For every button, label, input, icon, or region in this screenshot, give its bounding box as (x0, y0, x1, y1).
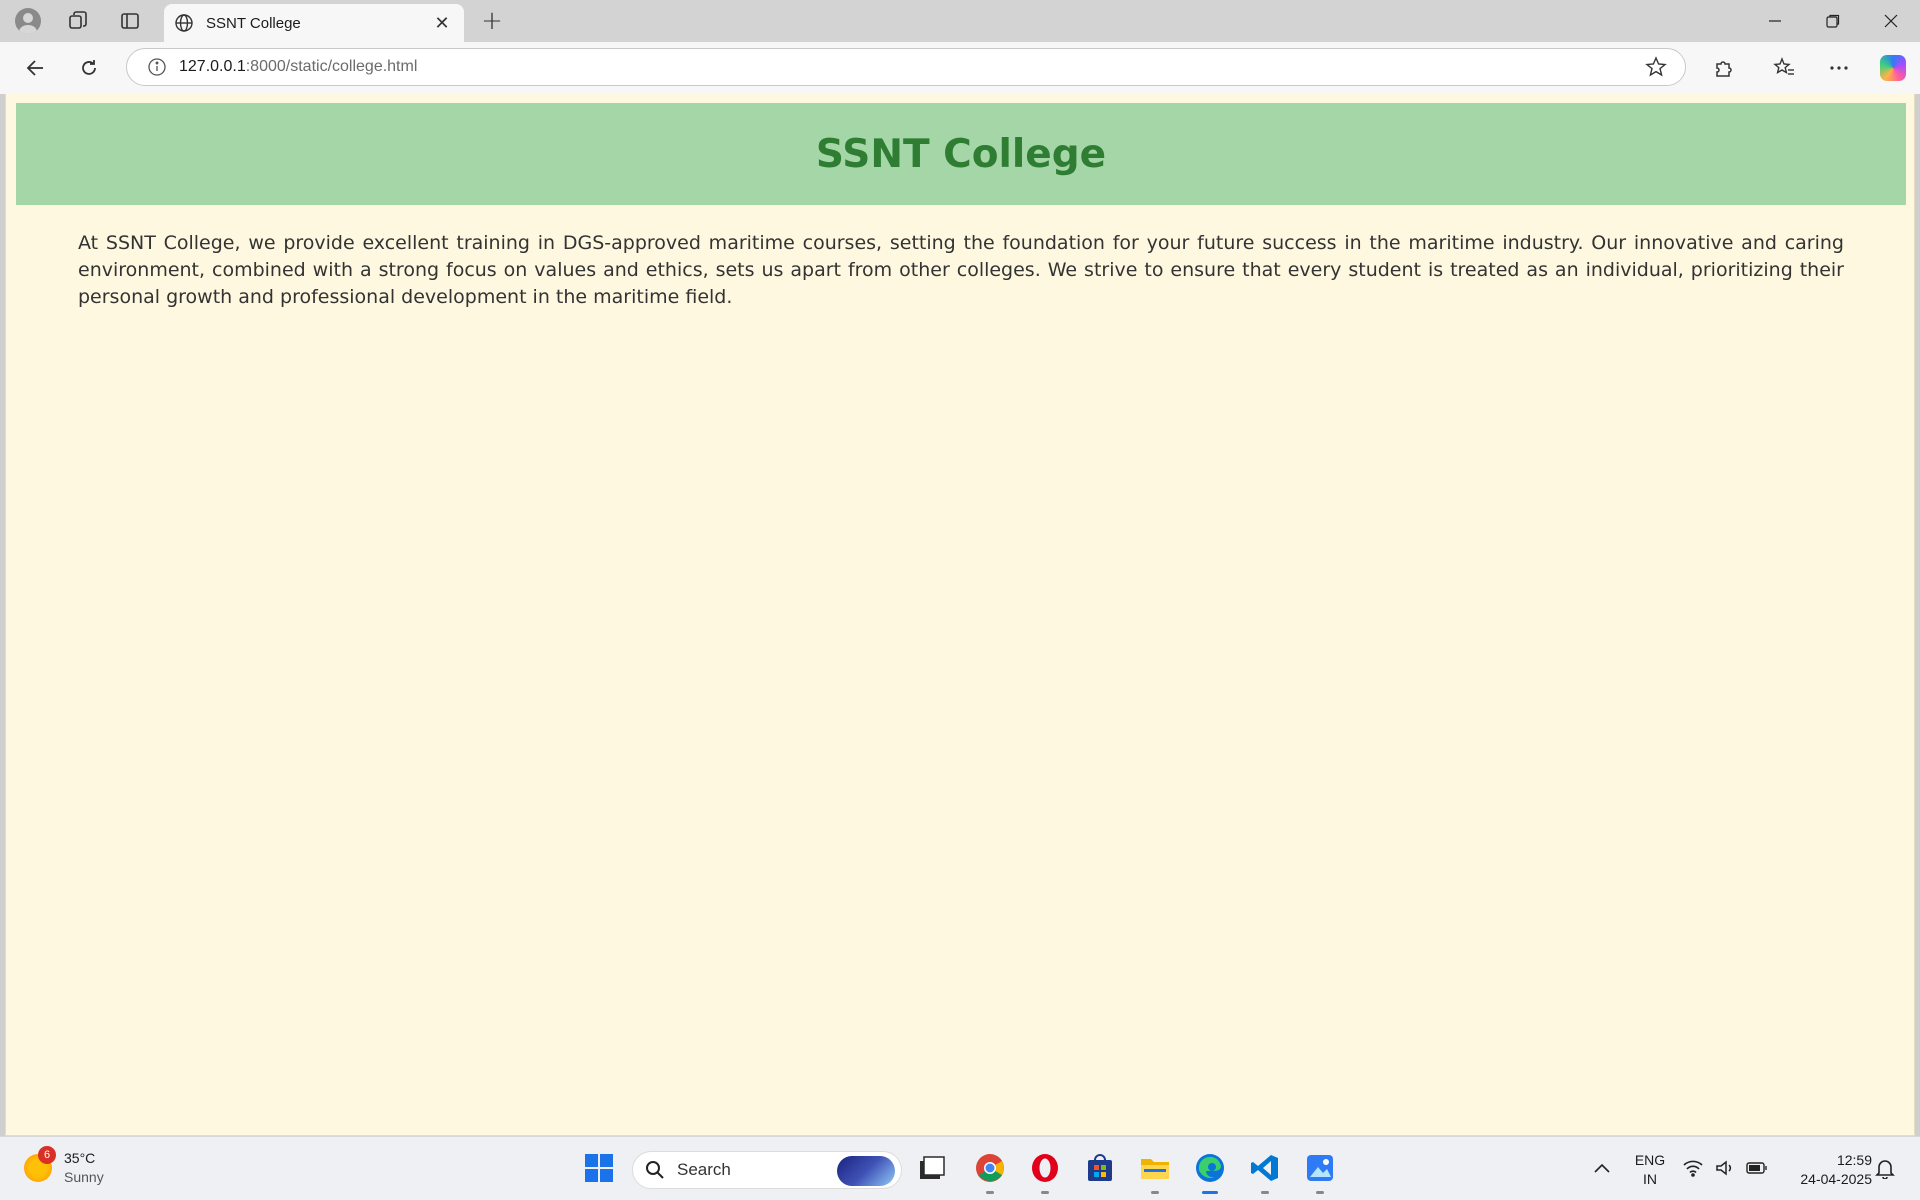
windows-start-icon (585, 1154, 613, 1182)
active-tab[interactable]: SSNT College ✕ (164, 4, 464, 42)
url-host: 127.0.0.1 (179, 58, 246, 75)
copilot-icon (1880, 55, 1906, 81)
notification-badge: 6 (38, 1146, 56, 1164)
volume-button[interactable] (1712, 1151, 1738, 1185)
more-dots-icon (1830, 66, 1848, 70)
battery-button[interactable] (1744, 1151, 1770, 1185)
favorite-star-icon[interactable] (1645, 56, 1667, 78)
edge-icon (1196, 1154, 1224, 1182)
page-viewport: SSNT College At SSNT College, we provide… (5, 94, 1915, 1136)
weather-condition: Sunny (64, 1169, 104, 1185)
photos-icon (1307, 1155, 1333, 1181)
show-hidden-icons-button[interactable] (1585, 1151, 1619, 1185)
search-highlight-image (837, 1156, 895, 1186)
address-bar[interactable]: 127.0.0.1:8000/static/college.html (126, 48, 1686, 86)
folder-icon (1141, 1159, 1169, 1179)
taskbar-app-opera[interactable] (1028, 1151, 1062, 1194)
college-description: At SSNT College, we provide excellent tr… (78, 232, 1844, 308)
clock-time: 12:59 (1836, 1152, 1872, 1168)
tab-actions-icon (121, 13, 139, 29)
taskbar-app-vscode[interactable] (1248, 1151, 1282, 1194)
notifications-button[interactable] (1870, 1151, 1900, 1185)
taskbar-app-files[interactable] (915, 1151, 949, 1185)
running-indicator (986, 1191, 994, 1194)
weather-widget[interactable]: 6 35°C Sunny (24, 1146, 104, 1187)
extensions-button[interactable] (1707, 52, 1741, 84)
running-indicator (1261, 1191, 1269, 1194)
favorites-button[interactable] (1767, 52, 1801, 84)
vertical-tabs-button[interactable] (104, 0, 156, 42)
workspaces-button[interactable] (52, 0, 104, 42)
search-placeholder: Search (677, 1160, 731, 1179)
copilot-button[interactable] (1876, 52, 1910, 84)
refresh-icon (82, 60, 96, 75)
network-button[interactable] (1680, 1151, 1706, 1185)
speaker-icon (1716, 1160, 1732, 1176)
taskbar-app-chrome[interactable] (973, 1151, 1007, 1194)
browser-tab-bar: SSNT College ✕ + (0, 0, 1920, 42)
start-button[interactable] (582, 1151, 616, 1185)
minimize-button[interactable] (1746, 0, 1804, 42)
taskbar: 6 35°C Sunny Search ENG IN 12:59 24-04-2… (0, 1136, 1920, 1200)
file-manager-icon (920, 1156, 945, 1179)
bell-icon (1875, 1160, 1895, 1179)
vscode-icon (1251, 1155, 1278, 1181)
workspaces-icon (69, 11, 87, 29)
page-title: SSNT College (815, 131, 1107, 177)
language-code: ENG (1634, 1152, 1666, 1168)
sun-icon: 6 (24, 1146, 56, 1182)
favorites-icon (1773, 57, 1794, 75)
weather-temp: 35°C (64, 1150, 96, 1166)
language-indicator[interactable]: ENG IN (1630, 1151, 1670, 1189)
chrome-icon (976, 1154, 1004, 1182)
taskbar-app-edge[interactable] (1193, 1151, 1227, 1194)
tab-title: SSNT College (206, 14, 301, 32)
profile-avatar-icon (15, 8, 41, 34)
running-indicator (1151, 1191, 1159, 1194)
url-text: 127.0.0.1:8000/static/college.html (179, 58, 417, 76)
store-icon (1088, 1154, 1112, 1181)
taskbar-app-store[interactable] (1083, 1151, 1117, 1185)
restore-button[interactable] (1804, 0, 1862, 42)
running-indicator (1041, 1191, 1049, 1194)
restore-icon (1826, 14, 1840, 28)
search-icon (646, 1161, 664, 1179)
settings-more-button[interactable] (1822, 52, 1856, 84)
back-button[interactable] (18, 52, 52, 84)
minimize-icon (1769, 20, 1781, 22)
browser-toolbar: 127.0.0.1:8000/static/college.html (0, 42, 1920, 94)
taskbar-app-explorer[interactable] (1138, 1151, 1172, 1194)
wifi-icon (1683, 1160, 1703, 1177)
opera-icon (1032, 1154, 1058, 1182)
taskbar-search[interactable]: Search (632, 1151, 902, 1189)
profile-button[interactable] (2, 0, 54, 42)
clock[interactable]: 12:59 24-04-2025 (1780, 1151, 1872, 1189)
globe-icon (175, 14, 193, 32)
active-app-indicator (1202, 1191, 1218, 1194)
extensions-icon (1716, 61, 1732, 77)
url-path: :8000/static/college.html (245, 58, 418, 75)
chevron-up-icon (1594, 1163, 1610, 1173)
refresh-button[interactable] (72, 52, 106, 84)
battery-icon (1746, 1162, 1767, 1174)
close-icon (1884, 14, 1898, 28)
clock-date: 24-04-2025 (1800, 1171, 1872, 1187)
close-window-button[interactable] (1862, 0, 1920, 42)
back-arrow-icon (26, 60, 43, 76)
tab-close-icon[interactable]: ✕ (430, 13, 454, 34)
running-indicator (1316, 1191, 1324, 1194)
new-tab-button[interactable]: + (476, 6, 508, 36)
site-info-icon[interactable] (147, 57, 167, 77)
region-code: IN (1643, 1171, 1657, 1187)
page-header: SSNT College (16, 103, 1906, 205)
taskbar-app-photos[interactable] (1303, 1151, 1337, 1194)
weather-text: 35°C Sunny (64, 1149, 104, 1187)
